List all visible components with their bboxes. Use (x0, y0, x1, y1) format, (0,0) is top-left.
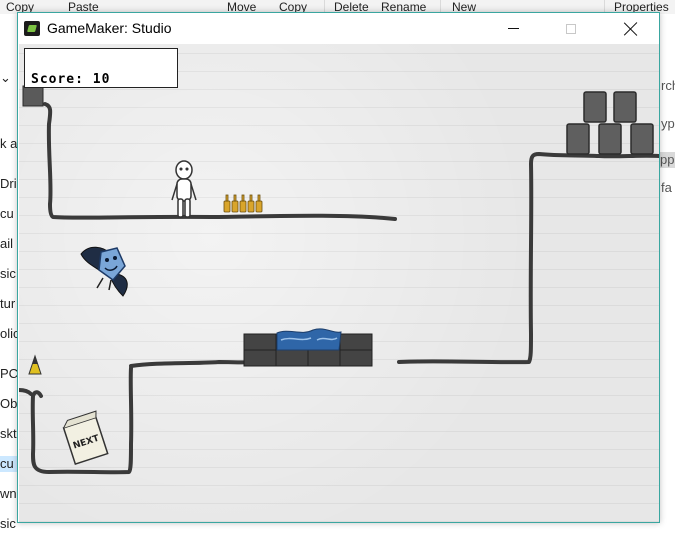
wall-stub (19, 388, 33, 396)
file-row-fragment[interactable]: pp (660, 152, 675, 168)
nav-item[interactable]: PC (0, 366, 18, 382)
nav-item[interactable]: skt (0, 426, 17, 442)
game-scene: NEXT (19, 85, 659, 475)
score-panel: Score: 10 (24, 48, 178, 88)
file-row-fragment[interactable]: fa (661, 180, 672, 196)
gamemaker-icon (24, 21, 40, 36)
nav-item[interactable]: Dri (0, 176, 17, 192)
nav-item[interactable]: k a (0, 136, 17, 152)
wall-right (397, 152, 659, 365)
maximize-button[interactable] (542, 13, 599, 44)
nav-item[interactable]: ail (0, 236, 13, 252)
stone-pyramid (566, 91, 654, 155)
stone-blocks-topleft (22, 85, 44, 107)
game-window: GameMaker: Studio NEXT Score: 10 (17, 12, 660, 523)
player-character (171, 160, 197, 218)
nav-item[interactable]: sic (0, 266, 16, 282)
water-pool (243, 328, 373, 367)
nav-item[interactable]: tur (0, 296, 15, 312)
next-sign: NEXT (62, 410, 109, 466)
minimize-icon (508, 28, 519, 29)
column-fragment: yp (661, 116, 675, 131)
window-title: GameMaker: Studio (47, 20, 172, 36)
bottle-collectibles (223, 194, 263, 213)
nav-item[interactable]: sic (0, 516, 16, 532)
chevron-down-icon[interactable]: ⌄ (0, 70, 11, 86)
background-file-pane: rch yp pp fa (660, 14, 675, 533)
background-nav-pane: ⌄ k a Dri cu ail sic tur olic PC Ob skt … (0, 14, 18, 533)
nav-item-selected[interactable]: cu (0, 456, 18, 472)
rocket-item (28, 354, 42, 375)
search-box-fragment[interactable]: rch (661, 78, 675, 94)
close-button[interactable] (602, 13, 659, 44)
nav-item[interactable]: Ob (0, 396, 17, 412)
minimize-button[interactable] (485, 13, 542, 44)
nav-item[interactable]: cu (0, 206, 14, 222)
floor-lower (129, 360, 249, 368)
title-bar[interactable]: GameMaker: Studio (18, 13, 659, 44)
nav-item[interactable]: wn (0, 486, 17, 502)
wall-upper-left (43, 102, 397, 221)
score-display: Score: 10 (31, 72, 111, 87)
maximize-icon (565, 23, 576, 34)
nav-item[interactable]: olic (0, 326, 18, 342)
bat-enemy (80, 246, 128, 297)
game-canvas[interactable]: NEXT Score: 10 (19, 44, 659, 522)
close-icon (624, 22, 638, 36)
